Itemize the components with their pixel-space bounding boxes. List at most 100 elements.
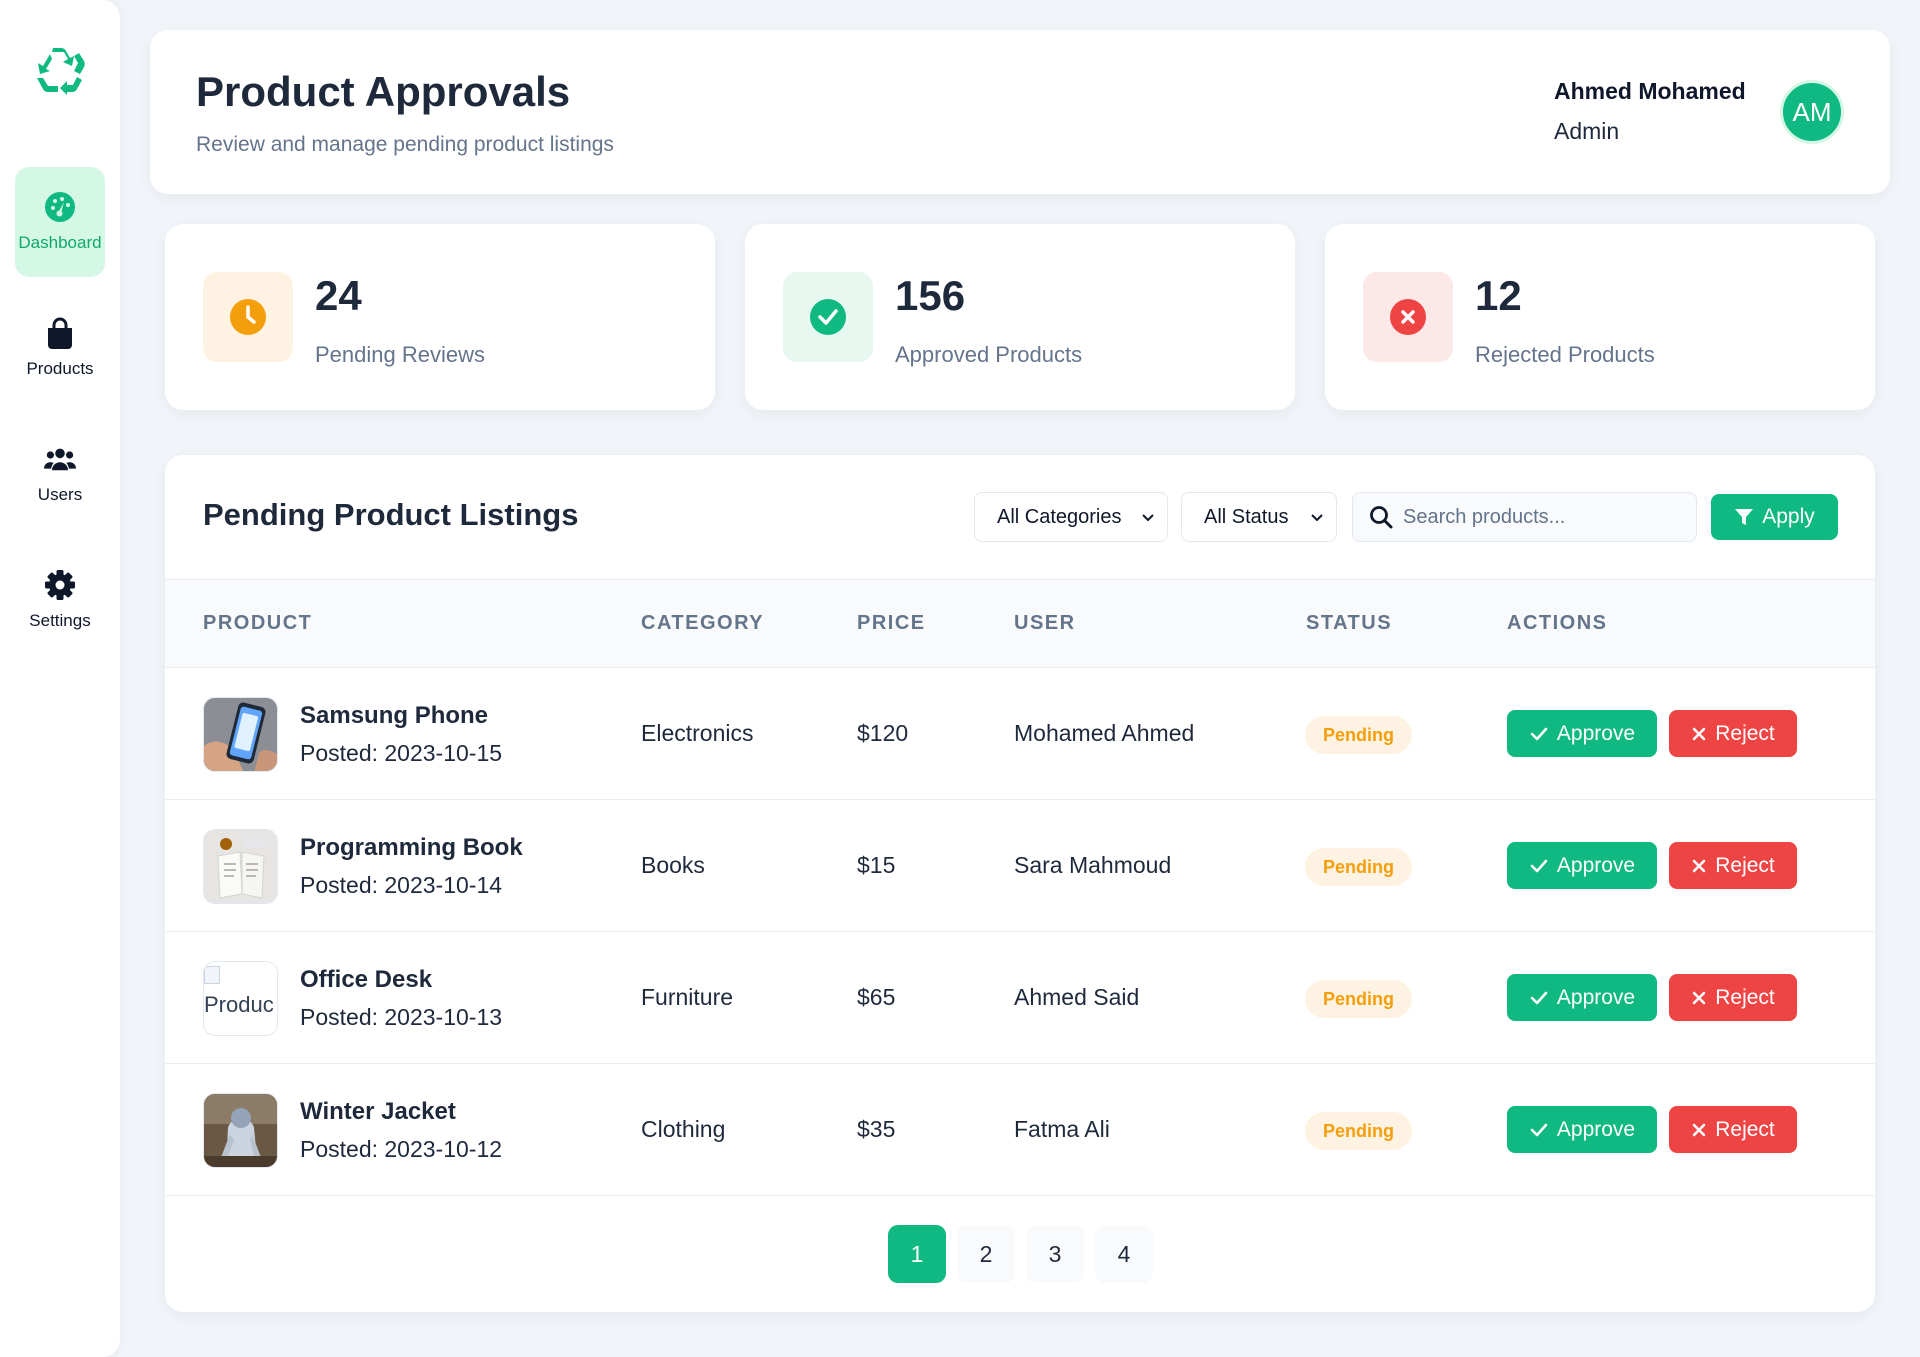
page-subtitle: Review and manage pending product listin…: [196, 133, 614, 156]
product-name: Winter Jacket: [300, 1098, 456, 1125]
approve-button[interactable]: Approve: [1507, 1106, 1657, 1153]
chevron-down-icon: [1308, 508, 1326, 532]
status-filter[interactable]: All Status: [1181, 492, 1337, 542]
apply-label: Apply: [1762, 505, 1815, 528]
sidebar-item-products[interactable]: Products: [15, 293, 105, 403]
status-badge: Pending: [1305, 848, 1412, 886]
reject-label: Reject: [1715, 1117, 1775, 1141]
close-icon: [1691, 1122, 1707, 1138]
clock-icon: [203, 272, 293, 362]
sidebar-item-users[interactable]: Users: [15, 419, 105, 529]
reject-button[interactable]: Reject: [1669, 710, 1797, 757]
product-user: Sara Mahmoud: [1014, 852, 1172, 878]
status-badge: Pending: [1305, 716, 1412, 754]
product-price: $35: [857, 1116, 896, 1142]
stat-card-approved: 156 Approved Products: [745, 224, 1295, 410]
close-icon: [1691, 990, 1707, 1006]
product-posted-date: Posted: 2023-10-15: [300, 740, 503, 766]
page-button-1[interactable]: 1: [888, 1225, 946, 1283]
gear-icon: [44, 569, 76, 601]
sidebar: Dashboard Products Users Settings: [0, 0, 120, 1357]
category-filter-value: All Categories: [997, 505, 1122, 528]
reject-button[interactable]: Reject: [1669, 1106, 1797, 1153]
reject-label: Reject: [1715, 985, 1775, 1009]
product-user: Fatma Ali: [1014, 1116, 1110, 1142]
sidebar-item-label: Users: [37, 485, 83, 504]
stat-card-rejected: 12 Rejected Products: [1325, 224, 1875, 410]
search-box: [1352, 492, 1697, 542]
apply-button[interactable]: Apply: [1711, 494, 1838, 540]
check-icon: [1529, 724, 1549, 744]
product-price: $15: [857, 852, 896, 878]
reject-button[interactable]: Reject: [1669, 842, 1797, 889]
page-header: Product Approvals Review and manage pend…: [150, 30, 1890, 194]
stat-label: Approved Products: [895, 342, 1083, 367]
approve-label: Approve: [1556, 1117, 1636, 1141]
sidebar-item-label: Products: [26, 359, 94, 378]
category-filter[interactable]: All Categories: [974, 492, 1168, 542]
product-category: Clothing: [641, 1116, 726, 1142]
sidebar-item-label: Dashboard: [18, 233, 102, 252]
column-header-actions: ACTIONS: [1507, 612, 1608, 634]
product-posted-date: Posted: 2023-10-12: [300, 1136, 503, 1162]
search-icon: [1369, 505, 1393, 529]
product-posted-date: Posted: 2023-10-13: [300, 1004, 503, 1030]
stat-value: 156: [895, 272, 966, 319]
filter-icon: [1734, 507, 1754, 527]
product-name: Samsung Phone: [300, 702, 489, 729]
approve-button[interactable]: Approve: [1507, 974, 1657, 1021]
page-title: Product Approvals: [196, 68, 571, 115]
users-icon: [44, 443, 76, 475]
status-badge: Pending: [1305, 1112, 1412, 1150]
column-header-product: PRODUCT: [203, 612, 313, 634]
product-thumbnail: [203, 829, 278, 904]
avatar[interactable]: AM: [1780, 80, 1844, 144]
stat-value: 12: [1475, 272, 1522, 319]
check-icon: [1529, 988, 1549, 1008]
reject-label: Reject: [1715, 721, 1775, 745]
chevron-down-icon: [1139, 508, 1157, 532]
product-price: $120: [857, 720, 909, 746]
product-name: Programming Book: [300, 834, 523, 861]
page-button-4[interactable]: 4: [1095, 1225, 1153, 1283]
table-row: Produc Office Desk Posted: 2023-10-13 Fu…: [165, 932, 1875, 1064]
close-icon: [1691, 858, 1707, 874]
status-filter-value: All Status: [1204, 505, 1289, 528]
approve-label: Approve: [1556, 853, 1636, 877]
product-category: Furniture: [641, 984, 734, 1010]
shopping-bag-icon: [44, 317, 76, 349]
approve-button[interactable]: Approve: [1507, 710, 1657, 757]
search-input[interactable]: [1403, 505, 1673, 529]
product-name: Office Desk: [300, 966, 433, 993]
product-user: Ahmed Said: [1014, 984, 1140, 1010]
product-user: Mohamed Ahmed: [1014, 720, 1195, 746]
listings-title: Pending Product Listings: [203, 497, 579, 532]
reject-button[interactable]: Reject: [1669, 974, 1797, 1021]
check-icon: [1529, 1120, 1549, 1140]
approve-button[interactable]: Approve: [1507, 842, 1657, 889]
gauge-icon: [44, 191, 76, 223]
broken-image-icon: Produc: [204, 962, 277, 1019]
page-button-3[interactable]: 3: [1026, 1225, 1084, 1283]
sidebar-item-settings[interactable]: Settings: [15, 545, 105, 655]
column-header-status: STATUS: [1306, 612, 1393, 634]
column-header-category: CATEGORY: [641, 612, 765, 634]
table-header: PRODUCT CATEGORY PRICE USER STATUS ACTIO…: [165, 579, 1875, 668]
x-circle-icon: [1363, 272, 1453, 362]
sidebar-item-dashboard[interactable]: Dashboard: [15, 167, 105, 277]
stat-value: 24: [315, 272, 362, 319]
page-button-2[interactable]: 2: [957, 1225, 1015, 1283]
table-row: Programming Book Posted: 2023-10-14 Book…: [165, 800, 1875, 932]
product-category: Electronics: [641, 720, 754, 746]
product-thumbnail: [203, 697, 278, 772]
product-posted-date: Posted: 2023-10-14: [300, 872, 503, 898]
user-role: Admin: [1554, 118, 1620, 144]
close-icon: [1691, 726, 1707, 742]
product-thumbnail: Produc: [203, 961, 278, 1036]
reject-label: Reject: [1715, 853, 1775, 877]
recycle-icon[interactable]: [34, 48, 86, 96]
user-name: Ahmed Mohamed: [1554, 78, 1746, 104]
thumbnail-alt-text: Produc: [204, 992, 274, 1018]
approve-label: Approve: [1556, 985, 1636, 1009]
column-header-user: USER: [1014, 612, 1076, 634]
